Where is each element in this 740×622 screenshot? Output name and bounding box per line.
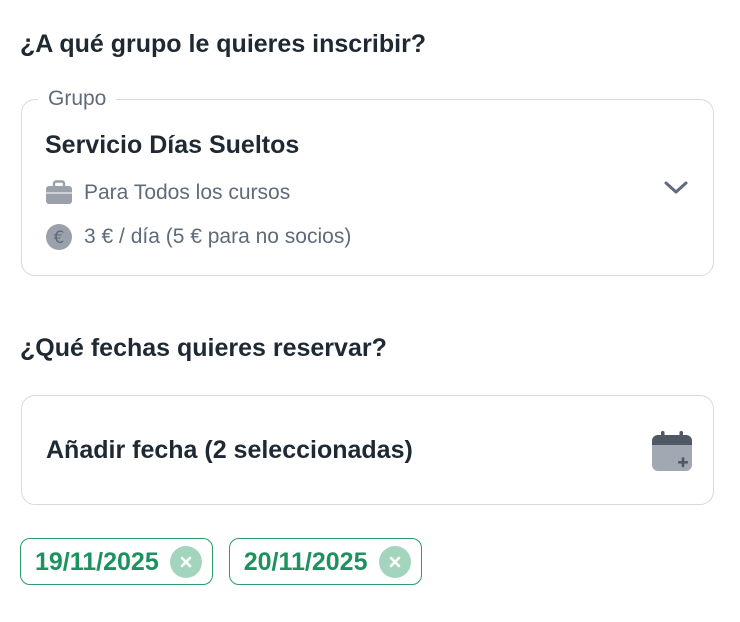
date-chip-label: 19/11/2025	[35, 547, 159, 576]
group-question: ¿A qué grupo le quieres inscribir?	[20, 30, 427, 58]
chevron-down-icon[interactable]	[663, 178, 689, 198]
close-icon	[180, 556, 192, 567]
group-legend: Grupo	[38, 86, 117, 112]
remove-date-button[interactable]	[378, 545, 411, 578]
close-icon	[389, 556, 400, 567]
group-price-text: 3 € / día (5 € para no socios)	[84, 225, 352, 248]
add-date-button[interactable]: Añadir fecha (2 seleccionadas)	[21, 395, 714, 505]
briefcase-icon	[45, 179, 73, 207]
group-select[interactable]: Grupo Servicio Días Sueltos Para Todos l…	[21, 86, 714, 276]
svg-text:€: €	[54, 228, 65, 248]
date-chip: 20/11/2025	[228, 538, 422, 585]
selected-dates: 19/11/2025 20/11/2025	[20, 538, 422, 585]
group-courses-text: Para Todos los cursos	[84, 181, 291, 204]
date-chip-label: 20/11/2025	[243, 547, 368, 576]
remove-date-button[interactable]	[169, 545, 202, 578]
group-courses-row: Para Todos los cursos	[45, 179, 290, 207]
euro-coin-icon: €	[45, 223, 73, 251]
selected-group-name: Servicio Días Sueltos	[45, 131, 300, 159]
add-date-label: Añadir fecha (2 seleccionadas)	[46, 436, 413, 464]
date-chip: 19/11/2025	[20, 538, 213, 585]
calendar-add-icon[interactable]	[651, 430, 693, 472]
group-price-row: € 3 € / día (5 € para no socios)	[45, 223, 351, 251]
dates-question: ¿Qué fechas quieres reservar?	[20, 334, 387, 362]
